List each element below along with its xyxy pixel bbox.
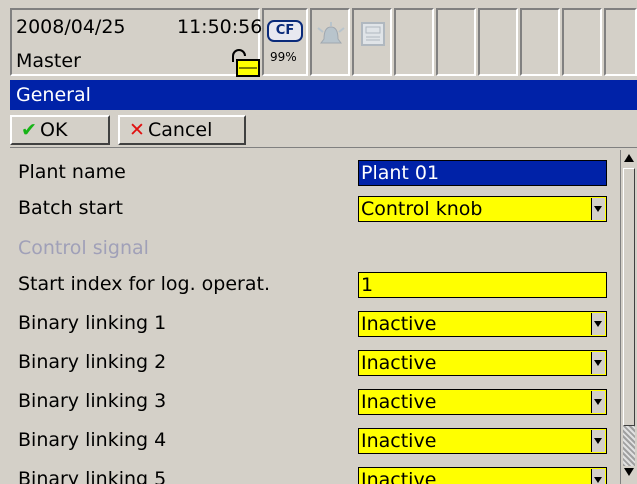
row-binary-linking-5: Binary linking 5 Inactive bbox=[10, 461, 620, 484]
status-slot-4 bbox=[394, 8, 434, 76]
memory-card-icon bbox=[361, 22, 385, 46]
select-value: Inactive bbox=[361, 352, 437, 374]
alarm-slot[interactable] bbox=[310, 8, 350, 76]
field-label: Binary linking 5 bbox=[18, 468, 167, 484]
chevron-down-icon[interactable] bbox=[591, 469, 605, 484]
binary-linking-2-select[interactable]: Inactive bbox=[358, 350, 607, 376]
field-label: Binary linking 3 bbox=[18, 390, 167, 412]
memory-slot[interactable] bbox=[352, 8, 392, 76]
vertical-scrollbar[interactable] bbox=[620, 150, 637, 484]
settings-form: Plant name Plant 01 Batch start Control … bbox=[10, 150, 620, 484]
status-slot-8 bbox=[562, 8, 602, 76]
status-slot-7 bbox=[520, 8, 560, 76]
scroll-down-icon[interactable] bbox=[624, 468, 634, 476]
row-control-signal: Control signal bbox=[10, 230, 620, 266]
plant-name-input[interactable]: Plant 01 bbox=[358, 160, 607, 186]
field-label: Plant name bbox=[18, 161, 126, 183]
start-index-input[interactable]: 1 bbox=[358, 272, 607, 298]
status-slot-6 bbox=[478, 8, 518, 76]
dialog-toolbar: ✔ OK ✕ Cancel bbox=[10, 110, 637, 148]
cf-card-status: CF 99% bbox=[262, 8, 308, 76]
status-slot-9 bbox=[604, 8, 637, 76]
binary-linking-1-select[interactable]: Inactive bbox=[358, 311, 607, 337]
select-value: Inactive bbox=[361, 469, 437, 484]
binary-linking-3-select[interactable]: Inactive bbox=[358, 389, 607, 415]
chevron-down-icon[interactable] bbox=[591, 430, 605, 452]
field-label-disabled: Control signal bbox=[18, 237, 149, 259]
close-icon: ✕ bbox=[129, 119, 145, 141]
alarm-bell-icon bbox=[317, 22, 345, 44]
time-display: 11:50:56 bbox=[177, 16, 263, 38]
field-label: Batch start bbox=[18, 197, 123, 219]
user-level: Master bbox=[16, 50, 81, 72]
date-display: 2008/04/25 bbox=[16, 16, 126, 38]
row-binary-linking-4: Binary linking 4 Inactive bbox=[10, 422, 620, 458]
padlock-open-icon bbox=[232, 49, 260, 77]
select-value: Inactive bbox=[361, 391, 437, 413]
row-binary-linking-1: Binary linking 1 Inactive bbox=[10, 305, 620, 341]
binary-linking-4-select[interactable]: Inactive bbox=[358, 428, 607, 454]
row-start-index: Start index for log. operat. 1 bbox=[10, 266, 620, 302]
cf-card-icon: CF bbox=[267, 20, 303, 42]
batch-start-select[interactable]: Control knob bbox=[358, 196, 607, 222]
datetime-panel: 2008/04/25 11:50:56 Master bbox=[10, 8, 263, 77]
scroll-thumb[interactable] bbox=[623, 168, 635, 426]
select-value: Inactive bbox=[361, 313, 437, 335]
status-slot-5 bbox=[436, 8, 476, 76]
field-label: Binary linking 4 bbox=[18, 429, 167, 451]
row-batch-start: Batch start Control knob bbox=[10, 190, 620, 226]
chevron-down-icon[interactable] bbox=[591, 352, 605, 374]
binary-linking-5-select[interactable]: Inactive bbox=[358, 467, 607, 484]
scroll-track[interactable] bbox=[623, 426, 635, 466]
row-binary-linking-3: Binary linking 3 Inactive bbox=[10, 383, 620, 419]
row-plant-name: Plant name Plant 01 bbox=[10, 154, 620, 190]
cancel-button[interactable]: ✕ Cancel bbox=[118, 115, 246, 145]
row-binary-linking-2: Binary linking 2 Inactive bbox=[10, 344, 620, 380]
cf-usage: 99% bbox=[270, 50, 297, 64]
cancel-label: Cancel bbox=[148, 119, 213, 141]
chevron-down-icon[interactable] bbox=[591, 313, 605, 335]
checkmark-icon: ✔ bbox=[21, 119, 37, 141]
field-label: Start index for log. operat. bbox=[18, 273, 271, 295]
select-value: Control knob bbox=[361, 198, 483, 220]
ok-button[interactable]: ✔ OK bbox=[10, 115, 110, 145]
ok-label: OK bbox=[40, 119, 68, 141]
field-label: Binary linking 1 bbox=[18, 312, 167, 334]
field-label: Binary linking 2 bbox=[18, 351, 167, 373]
chevron-down-icon[interactable] bbox=[591, 391, 605, 413]
status-bar: 2008/04/25 11:50:56 Master CF 99% bbox=[0, 0, 637, 78]
scroll-up-icon[interactable] bbox=[624, 154, 634, 162]
chevron-down-icon[interactable] bbox=[591, 198, 605, 220]
select-value: Inactive bbox=[361, 430, 437, 452]
dialog-title: General bbox=[10, 80, 637, 110]
